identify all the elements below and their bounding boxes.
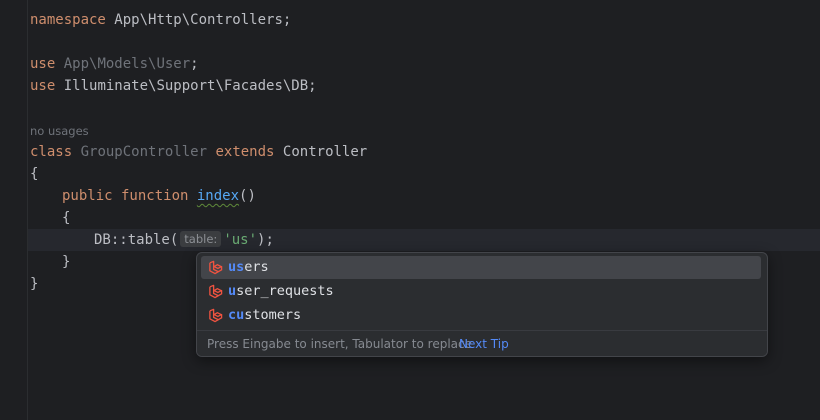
use-terminator: ;	[190, 56, 199, 72]
code-line-method-close-brace[interactable]: }	[62, 251, 70, 273]
completion-footer: Press Eingabe to insert, Tabulator to re…	[197, 330, 767, 356]
completion-footer-text: Press Eingabe to insert, Tabulator to re…	[207, 337, 473, 351]
parent-class-name: Controller	[282, 144, 368, 160]
code-line-db-call[interactable]: DB::table(table:'us');	[94, 229, 274, 251]
code-line-class-open-brace[interactable]: {	[30, 163, 38, 185]
code-line-method[interactable]: public function index()	[62, 185, 256, 207]
class-name: GroupController	[80, 144, 208, 160]
use-path-unused: App\Models\User	[63, 56, 191, 72]
code-line-method-open-brace[interactable]: {	[62, 207, 70, 229]
completion-item-label: customers	[228, 307, 302, 323]
use-keyword: use	[30, 78, 56, 94]
completion-item-label: user_requests	[228, 283, 334, 299]
usage-inlay-hint[interactable]: no usages	[30, 120, 89, 142]
editor-gutter-divider	[27, 0, 28, 420]
code-line-use-db[interactable]: use Illuminate\Support\Facades\DB;	[30, 75, 317, 97]
completion-item-customers[interactable]: customers	[201, 304, 761, 327]
class-keyword: class	[30, 144, 73, 160]
use-path: Illuminate\Support\Facades\DB;	[63, 78, 317, 94]
extends-keyword: extends	[215, 144, 275, 160]
completion-popup: users user_requests customers Press Eing…	[196, 252, 768, 357]
code-line-class[interactable]: class GroupController extends Controller	[30, 141, 367, 163]
string-literal: 'us'	[223, 232, 258, 248]
db-call-prefix: DB::table(	[94, 232, 179, 248]
namespace-name: App\Http\Controllers;	[114, 12, 292, 28]
use-keyword: use	[30, 56, 56, 72]
code-line-namespace[interactable]: namespace App\Http\Controllers;	[30, 9, 291, 31]
db-call-suffix: );	[257, 232, 274, 248]
completion-item-label: users	[228, 259, 269, 275]
code-line-use-user[interactable]: use App\Models\User;	[30, 53, 199, 75]
laravel-icon	[209, 260, 223, 275]
laravel-icon	[209, 284, 223, 299]
code-line-class-close-brace[interactable]: }	[30, 273, 38, 295]
public-function-keyword: public function	[62, 188, 189, 204]
parameter-name-hint: table:	[180, 231, 222, 247]
next-tip-link[interactable]: Next Tip	[459, 331, 509, 356]
completion-item-user-requests[interactable]: user_requests	[201, 280, 761, 303]
laravel-icon	[209, 308, 223, 323]
method-name: index	[196, 188, 240, 204]
completion-item-users[interactable]: users	[201, 256, 761, 279]
namespace-keyword: namespace	[30, 12, 106, 28]
method-parens: ()	[239, 188, 256, 204]
